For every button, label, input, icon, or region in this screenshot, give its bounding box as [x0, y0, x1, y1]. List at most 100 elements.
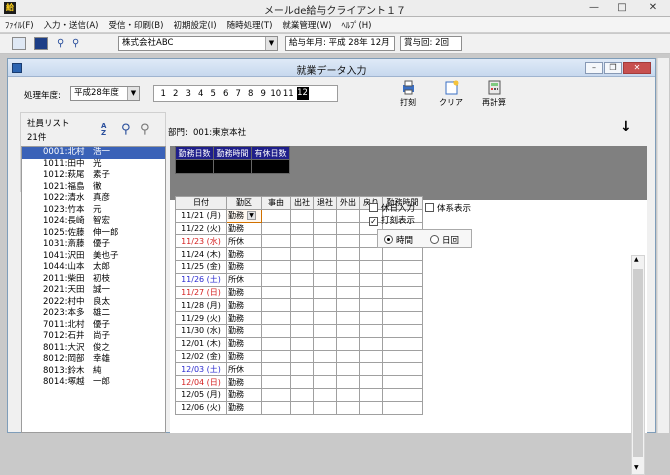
- grid-cell[interactable]: [261, 259, 291, 274]
- grid-cell[interactable]: [382, 298, 423, 313]
- employee-item[interactable]: 1012:萩尾 素子: [22, 170, 165, 182]
- menu-item[interactable]: 就業管理(W): [277, 19, 336, 31]
- scroll-down-icon[interactable]: ▼: [634, 464, 639, 471]
- child-minimize-button[interactable]: –: [585, 62, 603, 74]
- shift-cell[interactable]: 所休: [226, 272, 262, 287]
- scroll-up-icon[interactable]: ▲: [634, 256, 639, 263]
- employee-item[interactable]: 0001:北村 浩一: [22, 147, 165, 159]
- grid-cell[interactable]: [261, 272, 291, 287]
- menu-item[interactable]: 随時処理(T): [222, 19, 278, 31]
- employee-item[interactable]: 1024:長崎 智宏: [22, 216, 165, 228]
- grid-cell[interactable]: [290, 221, 314, 236]
- recalc-button[interactable]: 再計算: [474, 80, 514, 110]
- grid-cell[interactable]: [382, 362, 423, 377]
- employee-item[interactable]: 1011:田中 光: [22, 159, 165, 171]
- shift-cell[interactable]: 勤務: [226, 285, 262, 300]
- employee-item[interactable]: 2021:天田 誠一: [22, 285, 165, 297]
- shift-cell[interactable]: 勤務: [226, 400, 262, 415]
- grid-cell[interactable]: [290, 208, 314, 223]
- time-radio[interactable]: 時間: [384, 234, 413, 246]
- month-7[interactable]: 7: [232, 89, 245, 99]
- employee-item[interactable]: 8011:大沢 俊之: [22, 343, 165, 355]
- print-display-checkbox[interactable]: ✓ 打刻表示: [369, 214, 415, 226]
- grid-cell[interactable]: [313, 298, 337, 313]
- grid-cell[interactable]: [261, 349, 291, 364]
- month-4[interactable]: 4: [195, 89, 208, 99]
- grid-cell[interactable]: [261, 298, 291, 313]
- grid-cell[interactable]: [261, 221, 291, 236]
- grid-cell[interactable]: [359, 259, 383, 274]
- monitor-icon[interactable]: [12, 37, 26, 50]
- grid-cell[interactable]: [261, 311, 291, 325]
- maximize-button[interactable]: □: [608, 0, 636, 17]
- grid-cell[interactable]: [382, 400, 423, 415]
- grid-cell[interactable]: [336, 298, 360, 313]
- menu-item[interactable]: 受信・印刷(B): [103, 19, 168, 31]
- mail-icon[interactable]: [34, 37, 48, 50]
- shift-cell[interactable]: 勤務: [226, 323, 262, 338]
- employee-item[interactable]: 1041:沢田 美也子: [22, 251, 165, 263]
- employee-item[interactable]: 2023:本多 雄二: [22, 308, 165, 320]
- shift-cell[interactable]: 勤務: [226, 311, 262, 325]
- grid-cell[interactable]: [313, 336, 337, 351]
- grid-cell[interactable]: [290, 400, 314, 415]
- month-8[interactable]: 8: [245, 89, 258, 99]
- grid-cell[interactable]: [261, 336, 291, 351]
- grid-cell[interactable]: [261, 387, 291, 402]
- grid-cell[interactable]: [382, 387, 423, 402]
- grid-cell[interactable]: [359, 298, 383, 313]
- employee-item[interactable]: 7011:北村 優子: [22, 320, 165, 332]
- grid-cell[interactable]: [313, 400, 337, 415]
- company-select[interactable]: 株式会社ABC ▼: [118, 36, 278, 51]
- month-6[interactable]: 6: [220, 89, 233, 99]
- grid-cell[interactable]: [336, 323, 360, 338]
- grid-cell[interactable]: [359, 272, 383, 287]
- grid-cell[interactable]: [382, 259, 423, 274]
- grid-cell[interactable]: [382, 336, 423, 351]
- grid-cell[interactable]: [359, 349, 383, 364]
- grid-cell[interactable]: [336, 362, 360, 377]
- chevron-down-icon[interactable]: ▼: [247, 211, 256, 221]
- grid-cell[interactable]: [313, 387, 337, 402]
- grid-cell[interactable]: [336, 311, 360, 325]
- employee-item[interactable]: 8014:塚越 一郎: [22, 377, 165, 389]
- grid-cell[interactable]: [313, 259, 337, 274]
- grid-cell[interactable]: [261, 234, 291, 249]
- grid-cell[interactable]: [382, 375, 423, 389]
- zoom-out-icon[interactable]: ⚲: [71, 37, 85, 50]
- grid-cell[interactable]: [290, 349, 314, 364]
- grid-cell[interactable]: [382, 285, 423, 300]
- month-1[interactable]: 1: [157, 89, 170, 99]
- grid-cell[interactable]: [290, 387, 314, 402]
- search-clear-icon[interactable]: ⚲: [140, 122, 150, 137]
- grid-cell[interactable]: [313, 375, 337, 389]
- grid-cell[interactable]: [359, 375, 383, 389]
- employee-item[interactable]: 1031:斎藤 優子: [22, 239, 165, 251]
- grid-cell[interactable]: [290, 259, 314, 274]
- shift-cell[interactable]: 所休: [226, 362, 262, 377]
- grid-cell[interactable]: [336, 272, 360, 287]
- grid-cell[interactable]: [261, 362, 291, 377]
- employee-item[interactable]: 1021:福島 徹: [22, 182, 165, 194]
- child-restore-button[interactable]: ❐: [604, 62, 622, 74]
- grid-cell[interactable]: [290, 311, 314, 325]
- year-select[interactable]: 平成28年度 ▼: [70, 86, 140, 101]
- grid-cell[interactable]: [313, 247, 337, 261]
- menu-item[interactable]: ﾍﾙﾌﾟ(H): [336, 19, 376, 31]
- employee-item[interactable]: 1044:山本 太郎: [22, 262, 165, 274]
- shift-cell[interactable]: 勤務: [226, 259, 262, 274]
- zoom-in-icon[interactable]: ⚲: [56, 37, 70, 50]
- grid-cell[interactable]: [336, 234, 360, 249]
- clear-button[interactable]: クリア: [431, 80, 471, 110]
- grid-scrollbar[interactable]: ▲ ▼: [631, 255, 645, 475]
- close-button[interactable]: ✕: [636, 0, 670, 17]
- grid-cell[interactable]: [290, 272, 314, 287]
- grid-cell[interactable]: [336, 375, 360, 389]
- holiday-input-checkbox[interactable]: 休日入力: [369, 202, 415, 214]
- count-radio[interactable]: 日回: [430, 234, 459, 246]
- grid-cell[interactable]: [359, 323, 383, 338]
- menu-item[interactable]: 初期設定(I): [168, 19, 221, 31]
- month-10[interactable]: 10: [270, 89, 283, 99]
- employee-list[interactable]: 0001:北村 浩一 1011:田中 光 1012:萩尾 素子 1021:福島 徹 10…: [21, 146, 166, 433]
- month-11[interactable]: 11: [282, 89, 295, 99]
